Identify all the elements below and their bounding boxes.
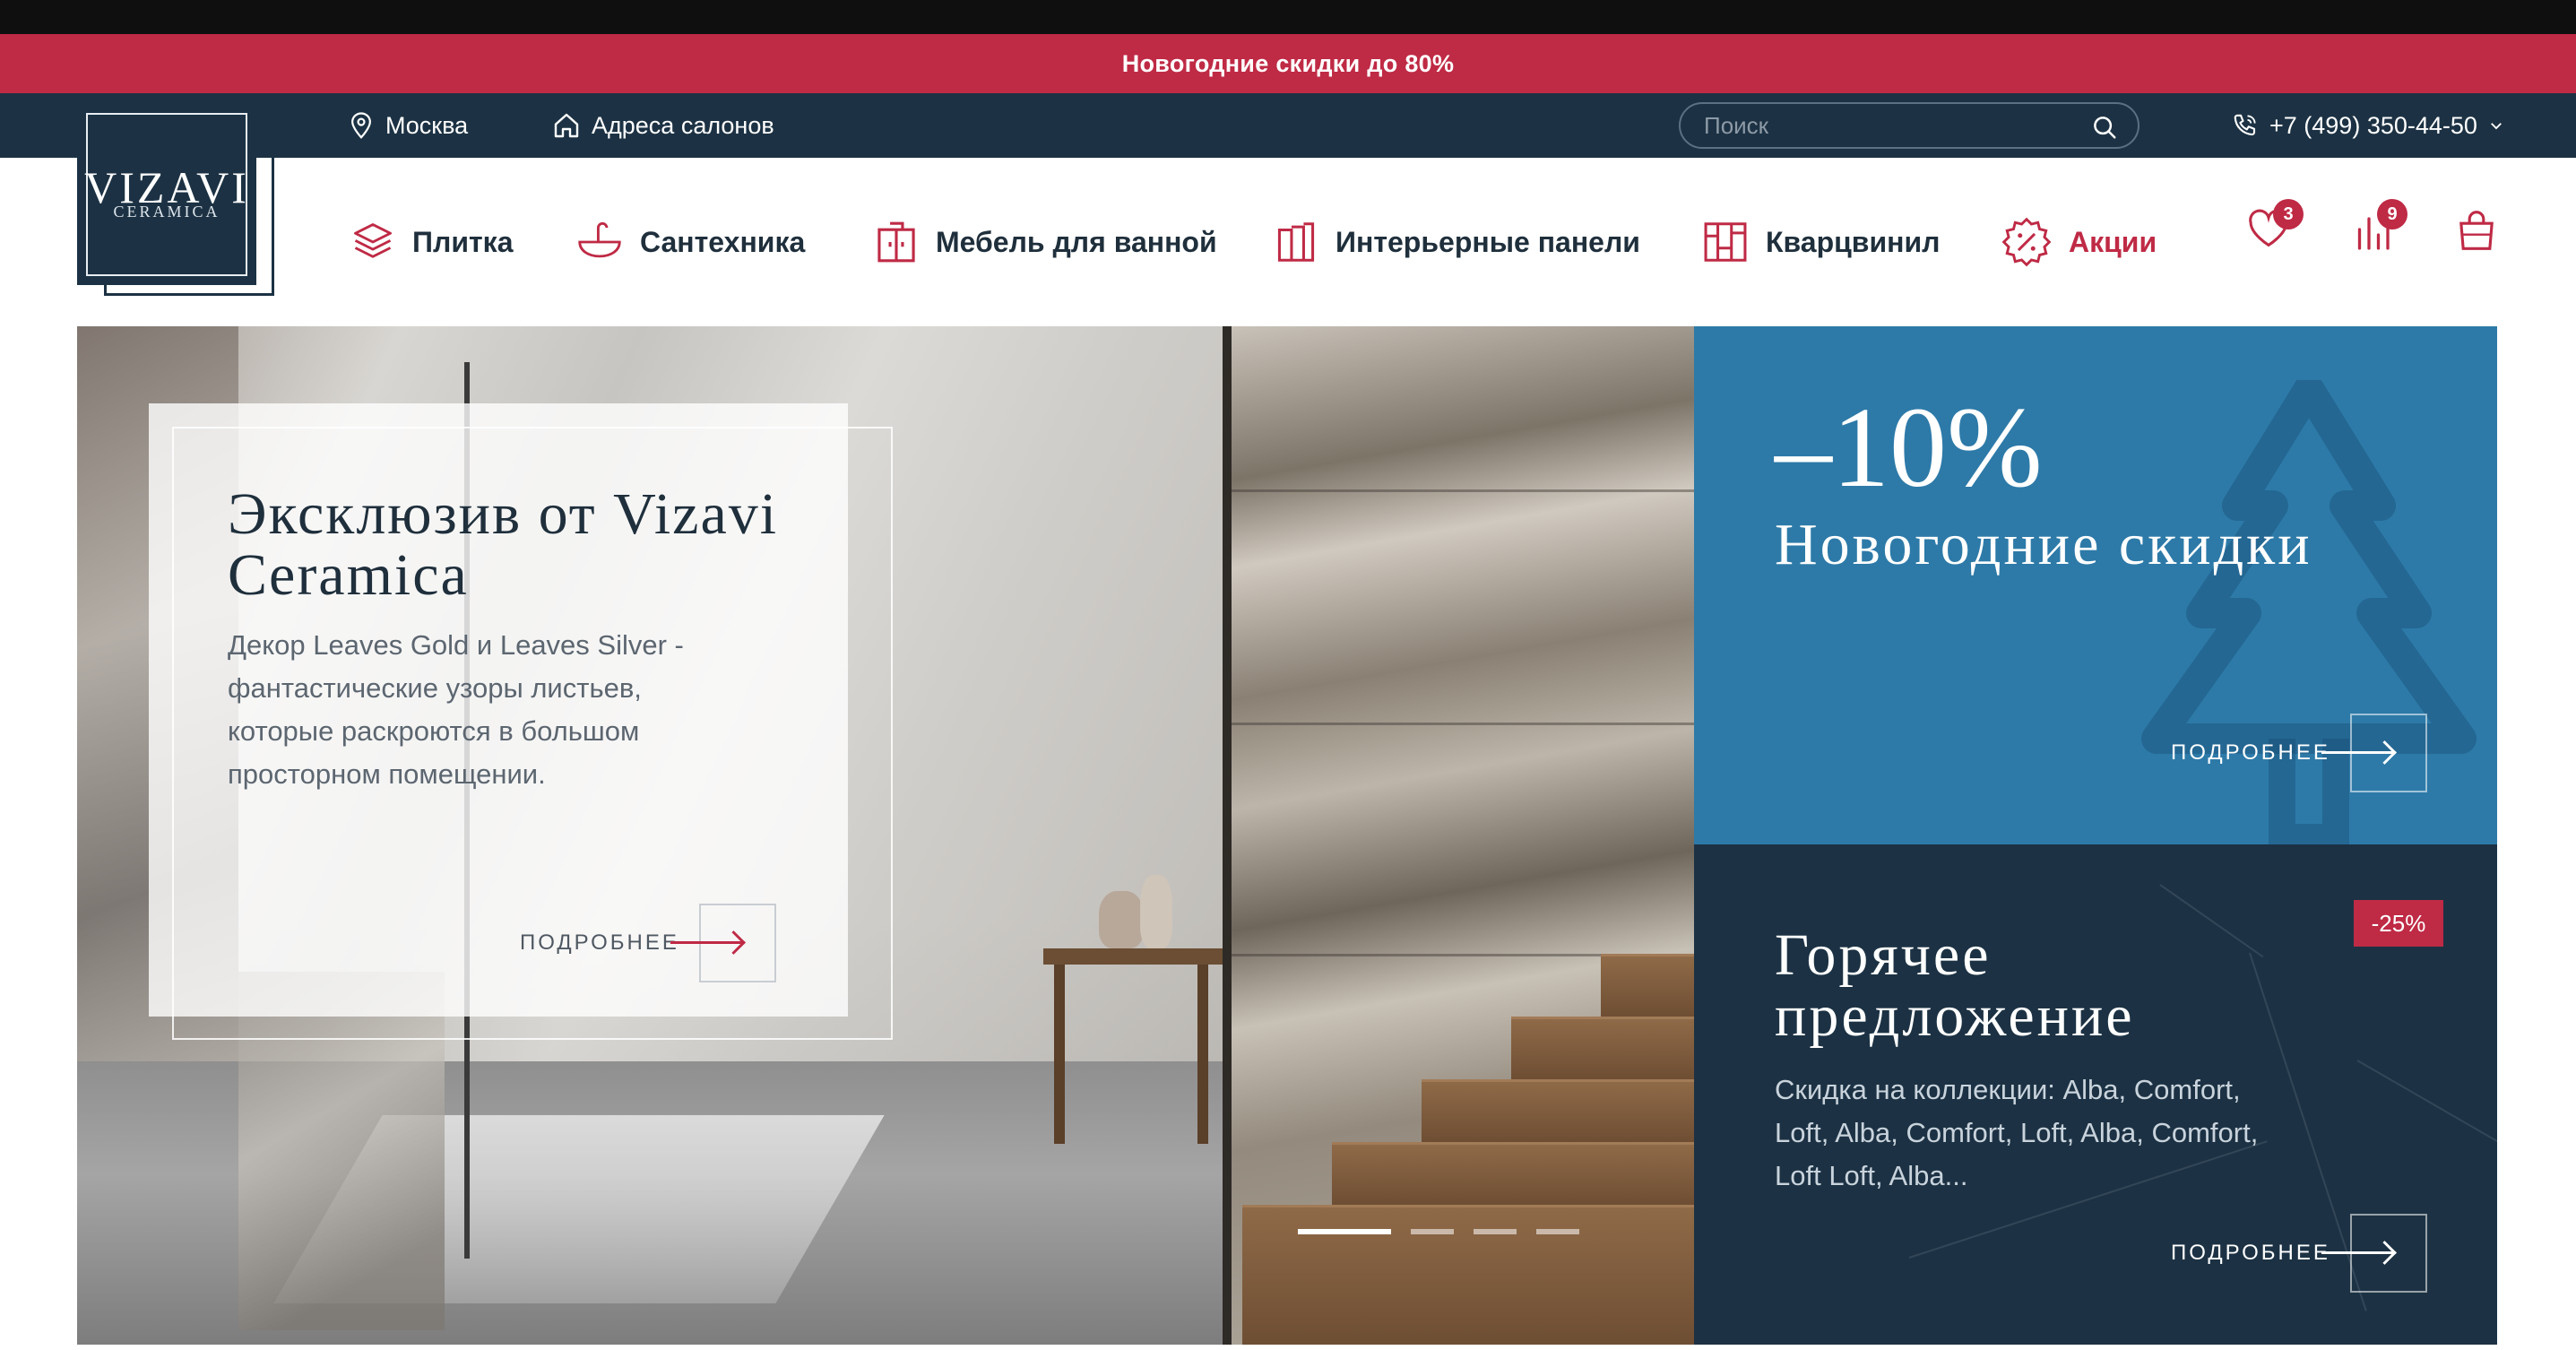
- hero-stair-step: [1242, 1205, 1694, 1345]
- sale-title: Новогодние скидки: [1775, 512, 2312, 577]
- hero-vase: [1099, 891, 1144, 948]
- favorites-count-badge: 3: [2273, 199, 2304, 229]
- hero-title: Эксклюзив от Vizavi Ceramica: [228, 481, 779, 608]
- hero-stair-step: [1511, 1017, 1694, 1079]
- hero-tile-joint: [1232, 489, 1694, 492]
- discount-icon: [2001, 217, 2052, 267]
- phone-number[interactable]: +7 (499) 350-44-50: [2269, 112, 2477, 140]
- search-box[interactable]: [1679, 102, 2139, 149]
- hero-bench-leg: [1054, 965, 1065, 1144]
- tiles-icon: [354, 223, 392, 258]
- more-label[interactable]: ПОДРОБНЕЕ: [520, 930, 679, 956]
- phone-dropdown[interactable]: +7 (499) 350-44-50: [2232, 93, 2504, 158]
- salons-link[interactable]: Адреса салонов: [552, 93, 774, 158]
- nav-item-label[interactable]: Интерьерные панели: [1336, 226, 1640, 259]
- more-label[interactable]: ПОДРОБНЕЕ: [2171, 1241, 2330, 1266]
- decor-line: [2356, 1060, 2497, 1169]
- sale-percent: –10%: [1775, 384, 2043, 511]
- arrow-right-icon: [2321, 1251, 2393, 1254]
- sale-panel[interactable]: –10% Новогодние скидки ПОДРОБНЕЕ: [1694, 326, 2497, 844]
- utility-bar: Москва Адреса салонов +7 (499) 350-44-50: [0, 93, 2576, 158]
- slider-dot[interactable]: [1536, 1229, 1579, 1234]
- hot-offer-panel[interactable]: -25% Горячее предложение Скидка на колле…: [1694, 844, 2497, 1345]
- hero-card: Эксклюзив от Vizavi Ceramica Декор Leave…: [149, 403, 848, 1017]
- hero-more-link[interactable]: ПОДРОБНЕЕ: [520, 904, 776, 982]
- hero-tile-joint: [1232, 723, 1694, 725]
- search-icon[interactable]: [2091, 114, 2118, 141]
- discount-badge: -25%: [2354, 900, 2443, 947]
- nav-item-bathroom-furniture[interactable]: Мебель для ванной: [873, 158, 1217, 326]
- location-pin-icon: [351, 112, 371, 139]
- hero-bench: [1043, 948, 1223, 965]
- nav-item-plumbing[interactable]: Сантехника: [575, 158, 805, 326]
- slider-dot[interactable]: [1298, 1229, 1391, 1234]
- cart-button[interactable]: [2454, 208, 2499, 257]
- more-label[interactable]: ПОДРОБНЕЕ: [2171, 740, 2330, 766]
- promo-bar[interactable]: Новогодние скидки до 80%: [0, 34, 2576, 93]
- hot-title: Горячее предложение: [1775, 922, 2135, 1049]
- slider-pagination: [1298, 1229, 1579, 1234]
- city-label[interactable]: Москва: [385, 112, 468, 140]
- hero-photo-divider: [1223, 326, 1232, 1345]
- more-arrow-button[interactable]: [2321, 1214, 2427, 1293]
- favorites-button[interactable]: 3: [2246, 199, 2304, 254]
- promo-text[interactable]: Новогодние скидки до 80%: [1122, 50, 1455, 78]
- nav-item-label[interactable]: Кварцвинил: [1766, 226, 1940, 259]
- city-selector[interactable]: Москва: [348, 93, 468, 158]
- hero-stair-step: [1422, 1079, 1694, 1142]
- more-arrow-button[interactable]: [2321, 714, 2427, 792]
- compare-button[interactable]: 9: [2354, 199, 2407, 255]
- slider-dot[interactable]: [1474, 1229, 1517, 1234]
- home-icon: [554, 113, 579, 138]
- slider-dot[interactable]: [1411, 1229, 1454, 1234]
- nav-item-promotions[interactable]: Акции: [2001, 158, 2157, 326]
- nav-item-label[interactable]: Плитка: [412, 226, 513, 259]
- nav-item-label[interactable]: Акции: [2069, 226, 2157, 259]
- hot-text: Скидка на коллекции: Alba, Comfort, Loft…: [1775, 1074, 2259, 1191]
- nav-item-tiles[interactable]: Плитка: [350, 158, 513, 326]
- arrow-right-icon: [670, 941, 742, 944]
- main-nav: Плитка Сантехника Мебель для ванной Инте…: [0, 158, 2576, 326]
- shopping-bag-icon: [2459, 211, 2494, 250]
- arrow-right-icon: [2321, 751, 2393, 754]
- hero-stair-step: [1601, 954, 1694, 1017]
- nav-item-label[interactable]: Сантехника: [640, 226, 805, 259]
- hero-stair-step: [1332, 1142, 1694, 1205]
- salons-label[interactable]: Адреса салонов: [592, 112, 774, 140]
- hero-bench-leg: [1197, 965, 1208, 1144]
- phone-icon: [2234, 114, 2256, 136]
- hero-text: Декор Leaves Gold и Leaves Silver - фант…: [228, 629, 684, 790]
- top-black-strip: [0, 0, 2576, 34]
- panels-icon: [1277, 222, 1315, 262]
- compare-count-badge: 9: [2377, 199, 2407, 229]
- nav-item-quartz-vinyl[interactable]: Кварцвинил: [1701, 158, 1940, 326]
- vinyl-icon: [1704, 222, 1747, 262]
- hot-more-link[interactable]: ПОДРОБНЕЕ: [2171, 1214, 2427, 1293]
- nav-item-label[interactable]: Мебель для ванной: [936, 226, 1217, 259]
- nav-item-interior-panels[interactable]: Интерьерные панели: [1273, 158, 1640, 326]
- sale-more-link[interactable]: ПОДРОБНЕЕ: [2171, 714, 2427, 792]
- more-arrow-button[interactable]: [670, 904, 776, 982]
- hero-vase: [1140, 875, 1172, 948]
- search-input[interactable]: [1704, 111, 2080, 140]
- chevron-down-icon: [2491, 123, 2502, 130]
- sink-icon: [578, 221, 621, 258]
- hero-slider[interactable]: Эксклюзив от Vizavi Ceramica Декор Leave…: [77, 326, 1694, 1345]
- cabinet-icon: [877, 221, 915, 263]
